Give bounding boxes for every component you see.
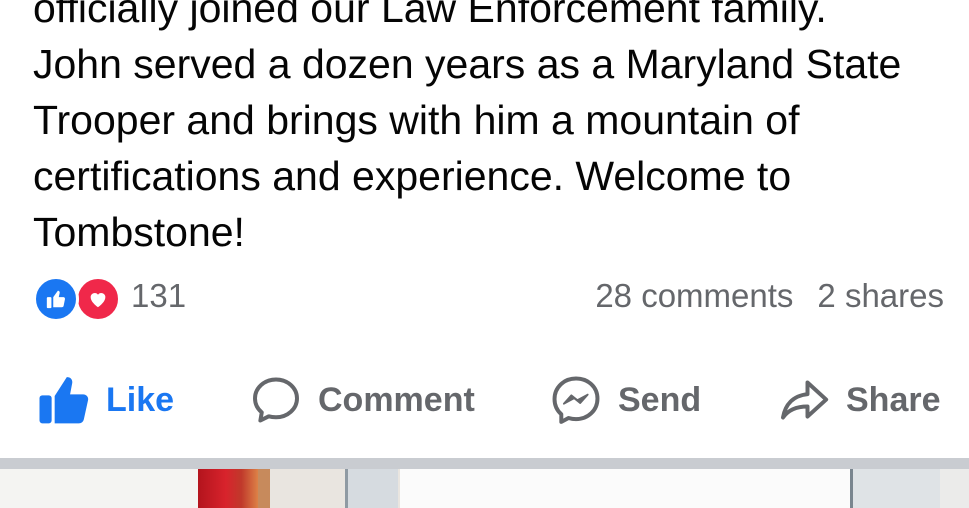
post-stats: 131 28 comments 2 shares <box>33 272 944 322</box>
thumbs-up-icon <box>36 372 92 428</box>
flag-shape <box>198 469 260 508</box>
reaction-icons <box>33 273 121 322</box>
wall-shape <box>940 469 969 508</box>
shares-count-link[interactable]: 2 shares <box>817 277 944 315</box>
post-text-line: John served a dozen years as a Maryland … <box>33 41 902 87</box>
window-shape <box>850 469 943 508</box>
like-button[interactable]: Like <box>36 366 174 434</box>
post-action-bar: Like Comment Send Share <box>0 366 969 434</box>
like-label: Like <box>106 380 175 419</box>
comments-count-link[interactable]: 28 comments <box>595 277 793 315</box>
engagement-counts: 28 comments 2 shares <box>595 277 944 315</box>
share-label: Share <box>846 380 941 419</box>
post-text-line: officially joined our Law Enforcement fa… <box>33 0 827 31</box>
send-label: Send <box>618 380 702 419</box>
comment-button[interactable]: Comment <box>248 366 475 434</box>
comment-bubble-icon <box>248 372 304 428</box>
like-reaction-icon <box>33 276 79 322</box>
comment-label: Comment <box>318 380 475 419</box>
reaction-count: 131 <box>131 277 187 314</box>
messenger-icon <box>548 372 604 428</box>
flag-pole-shape <box>258 469 270 508</box>
share-button[interactable]: Share <box>776 366 941 434</box>
backdrop-shape <box>400 469 855 508</box>
feed-separator <box>0 458 969 469</box>
next-post-photo[interactable] <box>0 469 969 508</box>
window-shape <box>345 469 398 508</box>
share-arrow-icon <box>776 372 832 428</box>
love-reaction-icon <box>75 276 121 322</box>
post-text-line: Trooper and brings with him a mountain o… <box>33 97 800 143</box>
send-button[interactable]: Send <box>548 366 701 434</box>
post-text: officially joined our Law Enforcement fa… <box>33 0 963 260</box>
post-text-line: certifications and experience. Welcome t… <box>33 153 792 199</box>
reactions-summary[interactable]: 131 <box>33 273 187 322</box>
post-text-line: Tombstone! <box>33 209 245 255</box>
